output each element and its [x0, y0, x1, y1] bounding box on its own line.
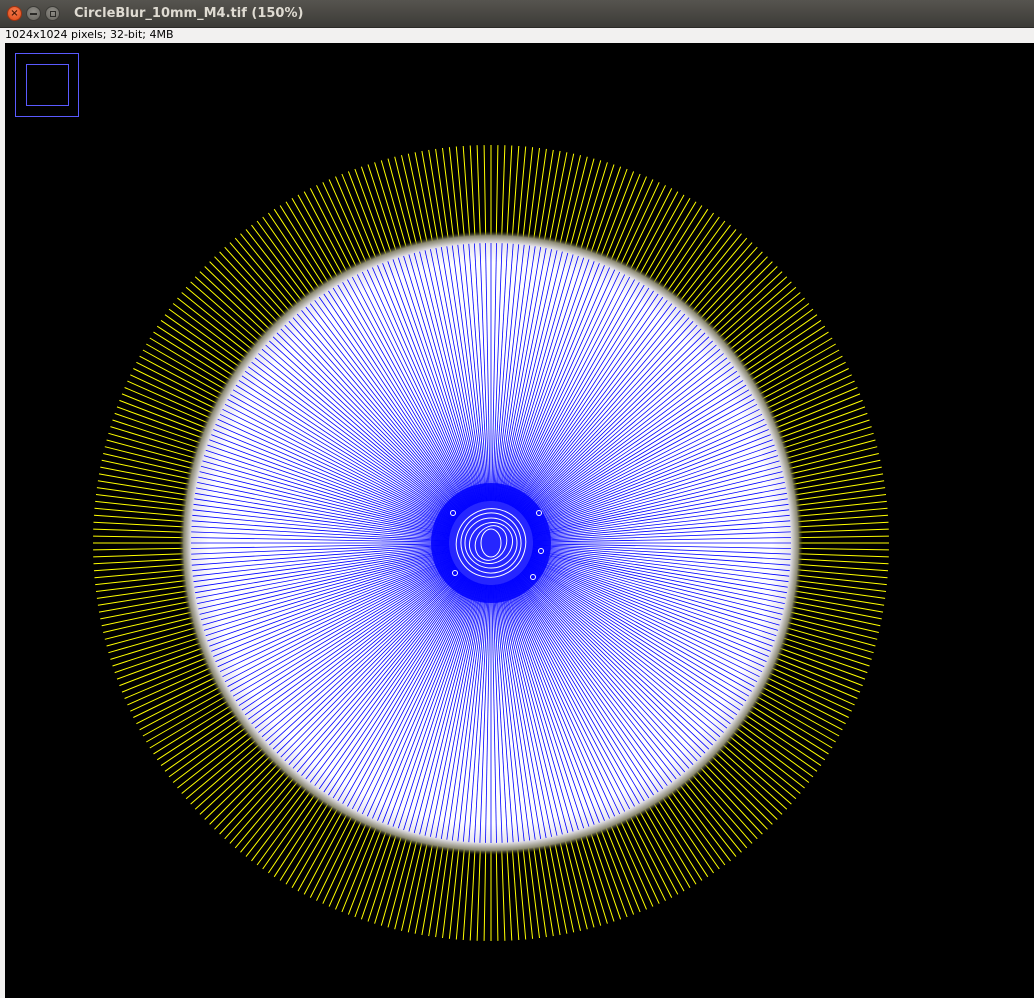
- title-bar[interactable]: × CircleBlur_10mm_M4.tif (150%): [0, 0, 1034, 28]
- image-window: × CircleBlur_10mm_M4.tif (150%) 1024x102…: [0, 0, 1034, 998]
- center-blue-core: [431, 483, 551, 603]
- navigator-box[interactable]: [15, 53, 79, 117]
- navigator-viewport[interactable]: [26, 64, 69, 106]
- close-icon: ×: [10, 7, 19, 19]
- maximize-icon: [49, 10, 56, 17]
- image-info-bar: 1024x1024 pixels; 32-bit; 4MB: [0, 28, 1034, 43]
- image-content: [5, 43, 1034, 998]
- close-button[interactable]: ×: [7, 6, 22, 21]
- image-info-text: 1024x1024 pixels; 32-bit; 4MB: [5, 28, 174, 41]
- minimize-button[interactable]: [26, 6, 41, 21]
- image-canvas[interactable]: [5, 43, 1034, 998]
- center-pattern: [431, 483, 551, 603]
- window-title: CircleBlur_10mm_M4.tif (150%): [74, 6, 304, 21]
- minimize-icon: [30, 12, 37, 15]
- maximize-button[interactable]: [45, 6, 60, 21]
